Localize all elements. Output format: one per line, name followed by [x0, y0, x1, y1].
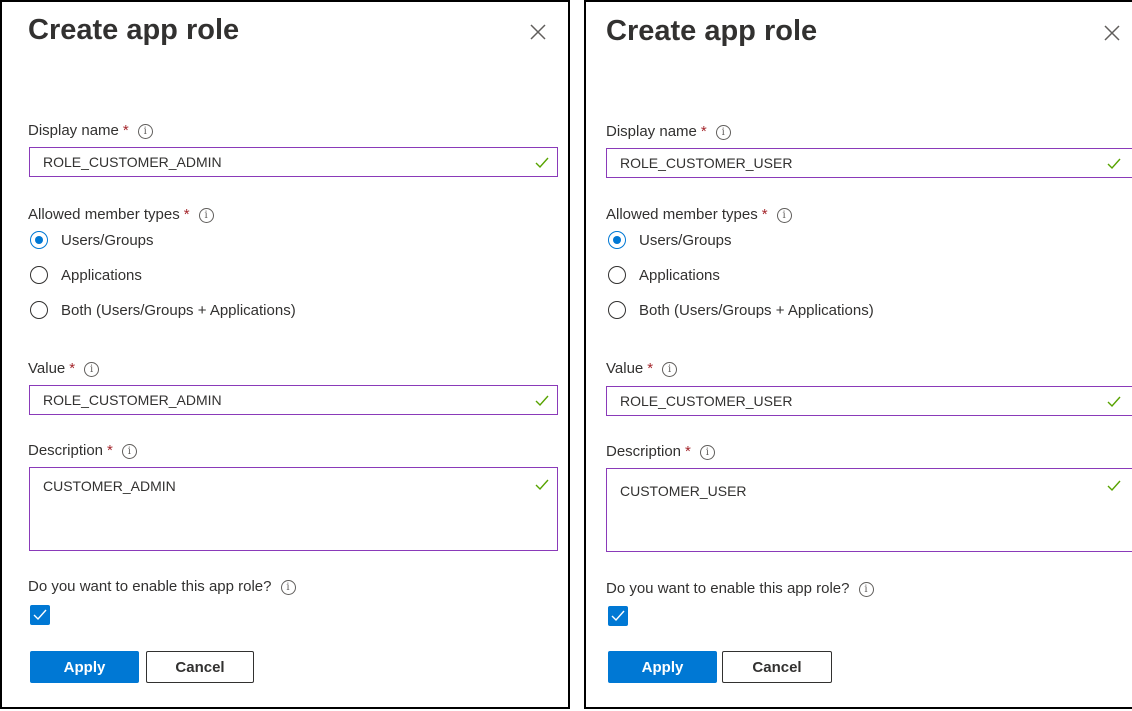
radio-selected-icon[interactable]: [30, 231, 48, 249]
info-icon[interactable]: i: [662, 362, 678, 377]
value-input[interactable]: ROLE_CUSTOMER_ADMIN: [29, 385, 558, 415]
cancel-button[interactable]: Cancel: [146, 651, 254, 683]
display-name-input[interactable]: ROLE_CUSTOMER_USER: [606, 148, 1132, 178]
required-indicator: *: [122, 122, 129, 139]
value-label: Value * i: [606, 360, 678, 377]
checkmark-icon: [33, 609, 47, 621]
enable-label: Do you want to enable this app role? i: [28, 578, 296, 595]
info-icon[interactable]: i: [776, 208, 792, 223]
checkmark-icon: [1107, 157, 1121, 175]
checkmark-icon: [535, 156, 549, 174]
display-name-label: Display name * i: [606, 123, 731, 140]
radio-unselected-icon[interactable]: [608, 301, 626, 319]
description-label: Description * i: [28, 442, 137, 459]
value-value: ROLE_CUSTOMER_ADMIN: [43, 392, 222, 408]
close-icon[interactable]: [526, 20, 550, 44]
value-value: ROLE_CUSTOMER_USER: [620, 393, 793, 409]
description-textarea[interactable]: CUSTOMER_ADMIN: [29, 467, 558, 551]
display-name-input[interactable]: ROLE_CUSTOMER_ADMIN: [29, 147, 558, 177]
checkmark-icon: [1107, 479, 1121, 497]
cancel-button[interactable]: Cancel: [722, 651, 832, 683]
required-indicator: *: [647, 360, 654, 377]
member-types-label: Allowed member types * i: [28, 206, 214, 223]
info-icon[interactable]: i: [198, 208, 214, 223]
enable-checkbox[interactable]: [30, 605, 50, 625]
info-icon[interactable]: i: [84, 362, 100, 377]
radio-users-groups[interactable]: Users/Groups: [608, 231, 732, 249]
info-icon[interactable]: i: [137, 124, 153, 139]
description-value: CUSTOMER_USER: [620, 483, 747, 499]
checkmark-icon: [1107, 395, 1121, 413]
radio-unselected-icon[interactable]: [30, 266, 48, 284]
required-indicator: *: [685, 443, 691, 460]
checkmark-icon: [535, 478, 549, 496]
description-value: CUSTOMER_ADMIN: [43, 478, 176, 494]
create-app-role-panel-right: Create app role Display name * i ROLE_CUST…: [584, 0, 1132, 709]
display-name-value: ROLE_CUSTOMER_USER: [620, 155, 793, 171]
apply-button[interactable]: Apply: [608, 651, 717, 683]
description-label: Description * i: [606, 443, 715, 460]
enable-label: Do you want to enable this app role? i: [606, 580, 874, 597]
checkmark-icon: [535, 394, 549, 412]
radio-unselected-icon[interactable]: [30, 301, 48, 319]
member-types-label: Allowed member types * i: [606, 206, 792, 223]
required-indicator: *: [183, 206, 190, 223]
radio-users-groups[interactable]: Users/Groups: [30, 231, 154, 249]
info-icon[interactable]: i: [858, 582, 874, 597]
radio-selected-icon[interactable]: [608, 231, 626, 249]
description-textarea[interactable]: CUSTOMER_USER: [606, 468, 1132, 552]
radio-both[interactable]: Both (Users/Groups + Applications): [608, 301, 874, 319]
required-indicator: *: [107, 442, 113, 459]
required-indicator: *: [69, 360, 76, 377]
radio-applications[interactable]: Applications: [30, 266, 142, 284]
radio-both[interactable]: Both (Users/Groups + Applications): [30, 301, 296, 319]
checkmark-icon: [611, 610, 625, 622]
panel-title: Create app role: [28, 14, 240, 46]
info-icon[interactable]: i: [715, 125, 731, 140]
radio-applications[interactable]: Applications: [608, 266, 720, 284]
panel-title: Create app role: [606, 15, 818, 47]
info-icon[interactable]: i: [699, 445, 715, 460]
info-icon[interactable]: i: [280, 580, 296, 595]
required-indicator: *: [761, 206, 768, 223]
close-icon[interactable]: [1100, 21, 1124, 45]
display-name-label: Display name * i: [28, 122, 153, 139]
apply-button[interactable]: Apply: [30, 651, 139, 683]
display-name-value: ROLE_CUSTOMER_ADMIN: [43, 154, 222, 170]
enable-checkbox[interactable]: [608, 606, 628, 626]
required-indicator: *: [700, 123, 707, 140]
create-app-role-panel-left: Create app role Display name * i ROLE_CUST…: [0, 0, 570, 709]
value-label: Value * i: [28, 360, 100, 377]
value-input[interactable]: ROLE_CUSTOMER_USER: [606, 386, 1132, 416]
radio-unselected-icon[interactable]: [608, 266, 626, 284]
info-icon[interactable]: i: [121, 444, 137, 459]
